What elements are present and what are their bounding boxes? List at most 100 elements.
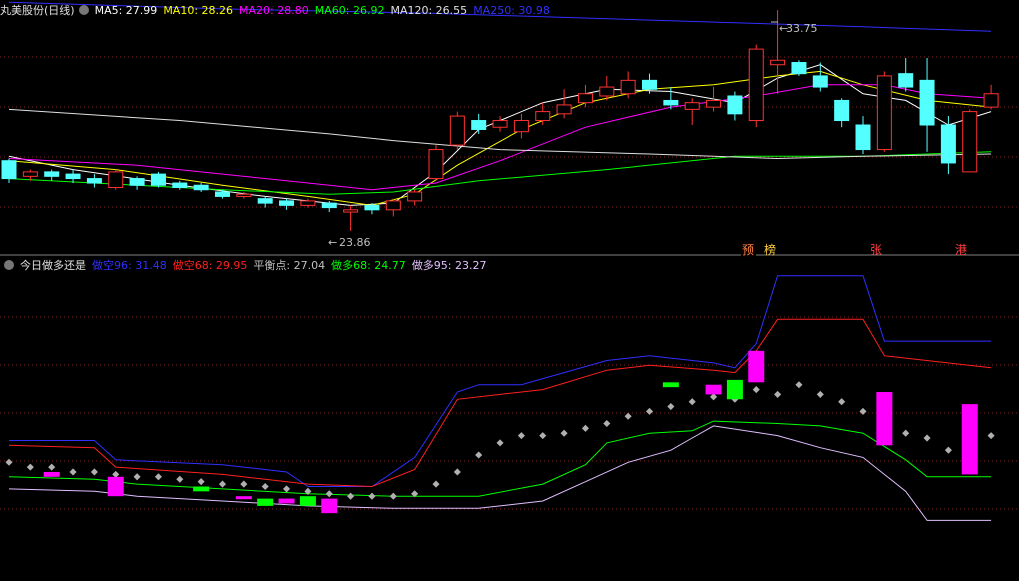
- candle-up: [983, 93, 999, 108]
- settings-icon[interactable]: [4, 260, 14, 270]
- candle-up: [428, 149, 444, 180]
- magenta-bar: [876, 392, 893, 446]
- ma250-label: MA250: 30.98: [473, 4, 550, 17]
- balance-dot: [517, 432, 525, 440]
- balance-dot: [923, 434, 931, 442]
- balance-dot: [197, 478, 205, 486]
- candle-up: [706, 99, 722, 108]
- candle-up: [22, 171, 38, 177]
- candle-down: [642, 79, 657, 90]
- balance-dot: [560, 429, 568, 437]
- candle-down: [193, 184, 209, 191]
- ma60-label: MA60: 26.92: [314, 4, 385, 17]
- green-bar: [726, 379, 743, 400]
- candle-up: [300, 200, 316, 206]
- balance-dot: [154, 473, 162, 481]
- candle-up: [748, 48, 764, 122]
- long68-line: [8, 420, 992, 497]
- short96-label: 做空96: 31.48: [92, 259, 167, 272]
- candle-down: [86, 178, 102, 184]
- ma120-label: MA120: 26.55: [390, 4, 468, 17]
- magenta-bar: [278, 498, 295, 504]
- candle-down: [129, 178, 145, 186]
- settings-icon[interactable]: [78, 5, 89, 15]
- high-price-label: 33.75: [786, 22, 818, 35]
- candle-down: [172, 182, 188, 189]
- candle-down: [44, 171, 60, 177]
- balance-dot: [987, 432, 995, 440]
- balance-dot: [283, 485, 291, 493]
- tag-zhang: 张: [870, 243, 882, 257]
- candle-down: [257, 198, 273, 204]
- balance-dot: [838, 398, 846, 406]
- tag-gang: 港: [955, 243, 967, 257]
- balance-dot: [389, 492, 397, 500]
- balance-dot: [5, 458, 13, 466]
- balance-dot: [496, 439, 504, 447]
- balance-label: 平衡点: 27.04: [253, 259, 326, 272]
- balance-dot: [240, 480, 248, 488]
- balance-dot: [69, 468, 77, 476]
- magenta-bar: [321, 498, 338, 514]
- candle-down: [321, 202, 337, 209]
- candle-up: [599, 86, 615, 97]
- candle-down: [215, 191, 230, 197]
- candle-down: [812, 75, 828, 88]
- candle-up: [577, 93, 593, 104]
- long68-label: 做多68: 24.77: [331, 259, 406, 272]
- candle-up: [385, 200, 401, 211]
- candle-up: [620, 79, 636, 95]
- candle-up: [343, 209, 359, 213]
- candle-up: [535, 111, 551, 122]
- balance-dot: [90, 468, 98, 476]
- balance-dot: [816, 390, 824, 398]
- low-price-label: 23.86: [339, 236, 371, 249]
- candle-up: [407, 191, 423, 202]
- balance-dot: [539, 432, 547, 440]
- indicator-legend: 今日做多还是 做空96: 31.48 做空68: 29.95 平衡点: 27.04 做多…: [0, 258, 493, 274]
- balance-dot: [624, 412, 632, 420]
- main-legend: 丸美股份(日线) MA5: 27.99 MA10: 28.26 MA20: 28.80…: [0, 3, 556, 19]
- balance-dot: [667, 403, 675, 411]
- green-bar: [257, 498, 274, 506]
- stock-title: 丸美股份(日线): [0, 4, 75, 17]
- candle-down: [65, 173, 81, 180]
- short96-line: [9, 275, 992, 487]
- magenta-bar: [748, 350, 765, 383]
- green-bar: [299, 496, 316, 506]
- stock-chart: 33.75 ← ← 23.86 预 榜 张 港: [0, 1, 1019, 521]
- balance-dot: [368, 492, 376, 500]
- balance-dot: [261, 482, 269, 491]
- balance-dot: [347, 492, 355, 500]
- balance-dot: [26, 463, 34, 471]
- magenta-bar: [705, 384, 722, 395]
- candle-down: [150, 173, 166, 186]
- balance-dot: [176, 475, 184, 483]
- candle-down: [898, 73, 914, 88]
- balance-dot: [133, 473, 141, 481]
- svg-text:←: ←: [328, 236, 337, 249]
- balance-dot: [325, 490, 333, 498]
- candle-down: [940, 124, 956, 164]
- balance-dot: [475, 451, 483, 459]
- green-bar: [193, 486, 210, 492]
- balance-dot: [859, 407, 867, 415]
- magenta-bar: [107, 476, 124, 497]
- candle-up: [449, 115, 465, 146]
- candle-up: [556, 104, 572, 115]
- candle-up: [962, 111, 978, 173]
- candle-up: [492, 120, 508, 128]
- candle-up: [684, 102, 700, 110]
- balance-dot: [453, 468, 461, 476]
- candle-down: [1, 160, 17, 180]
- balance-dot: [752, 386, 760, 394]
- balance-dot: [218, 480, 227, 488]
- ma20-label: MA20: 28.80: [239, 4, 309, 17]
- tag-yu: 预: [742, 243, 754, 257]
- magenta-bar: [43, 471, 60, 477]
- svg-text:←: ←: [779, 22, 788, 35]
- balance-dot: [645, 407, 654, 415]
- long95-label: 做多95: 23.27: [411, 259, 487, 272]
- indicator-bars: [43, 350, 978, 514]
- balance-dot: [902, 429, 910, 437]
